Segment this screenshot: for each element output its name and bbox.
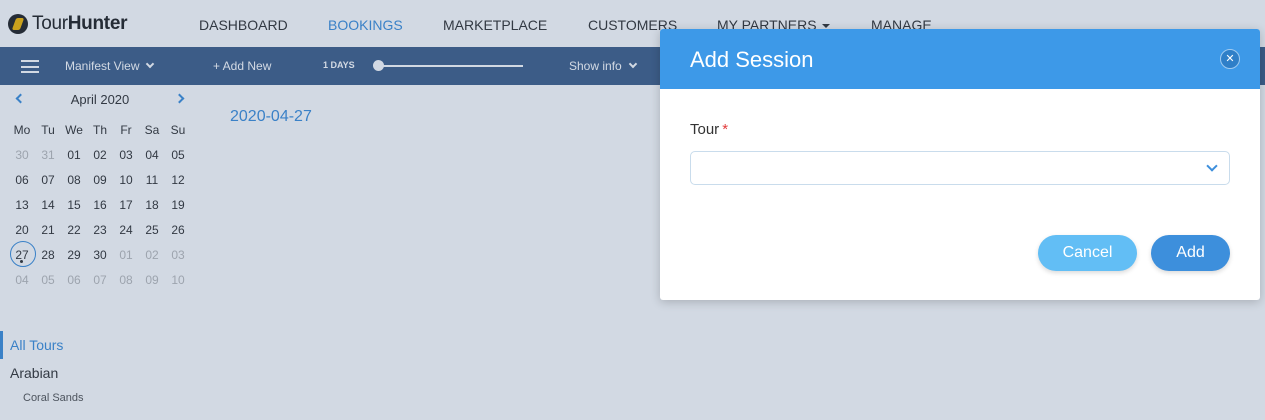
close-icon[interactable]: ✕ — [1220, 49, 1240, 69]
chevron-down-icon — [1206, 160, 1218, 172]
add-session-dialog: Add Session ✕ Tour * Cancel Add — [660, 29, 1260, 300]
tour-select[interactable] — [690, 151, 1230, 185]
dialog-title: Add Session — [690, 47, 814, 72]
tour-field-label: Tour * — [690, 121, 729, 138]
add-button[interactable]: Add — [1151, 235, 1230, 271]
cancel-button[interactable]: Cancel — [1038, 235, 1137, 271]
dialog-header: Add Session ✕ — [660, 29, 1260, 89]
required-asterisk: * — [722, 121, 729, 138]
